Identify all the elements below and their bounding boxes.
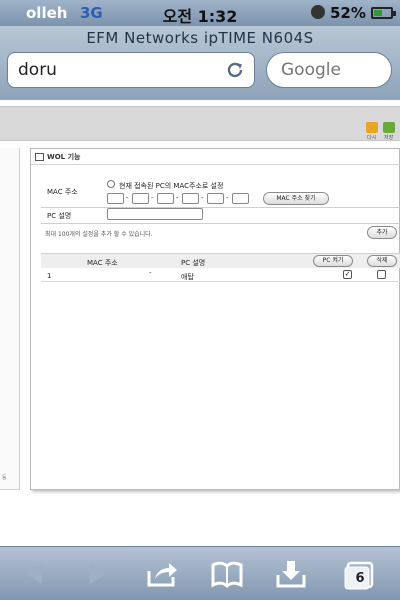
status-bar: olleh 3G 오전 1:32 52% [0,0,400,31]
back-icon[interactable] [18,557,52,591]
left-panel-fragment: 등 [2,475,7,481]
save-label: 저장 [384,135,394,141]
delete-button[interactable]: 삭제 [367,255,397,267]
refresh-icon[interactable] [366,122,378,133]
reload-icon[interactable] [224,59,246,81]
url-field[interactable]: doru [7,52,255,88]
mac-separator: - [201,194,204,202]
wol-title: WOL 기능 [47,153,81,161]
tab-count: 6 [355,571,365,586]
search-field[interactable] [266,52,392,88]
wake-pc-button[interactable]: PC 켜기 [313,255,353,267]
mac-octet-3-input[interactable] [157,193,174,204]
download-icon[interactable] [274,557,308,591]
browser-toolbar: 6 [0,546,400,600]
mac-octet-6-input[interactable] [232,193,249,204]
pc-name-input[interactable] [107,208,203,220]
refresh-label: 다시 [367,135,377,141]
divider [41,223,400,224]
tabs-icon[interactable]: 6 [342,557,376,591]
column-mac-address: MAC 주소 [87,259,118,267]
battery-level [374,10,383,16]
add-button[interactable]: 추가 [367,226,397,239]
mac-separator: - [226,194,229,202]
mac-octet-2-input[interactable] [132,193,149,204]
alarm-clock-icon [311,5,325,19]
left-menu-panel: 등 [0,148,20,490]
use-current-pc-radio[interactable] [107,180,115,188]
max-entries-hint: 최대 100개의 설정을 추가 할 수 있습니다. [45,231,153,238]
divider [41,207,400,208]
find-mac-button[interactable]: MAC 주소 찾기 [263,192,329,205]
pc-name-label: PC 설명 [47,212,72,220]
browser-address-bar: EFM Networks ipTIME N604S doru [0,26,400,100]
table-row: 1 - 애탑 ✓ [41,268,400,282]
window-icon [35,153,44,161]
mac-octet-4-input[interactable] [182,193,199,204]
page-title: EFM Networks ipTIME N604S [86,29,314,47]
delete-checkbox[interactable] [377,270,386,279]
mac-separator: - [151,194,154,202]
router-header-band [0,106,400,141]
bookmarks-icon[interactable] [210,557,244,591]
wol-table-header: MAC 주소 PC 설명 PC 켜기 삭제 [41,253,400,268]
mac-address-label: MAC 주소 [47,188,78,196]
url-text: doru [18,60,57,80]
save-icon[interactable] [383,122,395,133]
row-index: 1 [47,272,52,280]
battery-icon [371,7,396,19]
mac-separator: - [176,194,179,202]
mac-separator: - [126,194,129,202]
row-mac-address: - [149,269,152,277]
row-pc-name: 애탑 [181,273,194,281]
wol-panel-header: WOL 기능 [31,149,400,165]
forward-icon[interactable] [80,557,114,591]
column-pc-name: PC 설명 [181,259,206,267]
search-input[interactable] [281,60,381,80]
web-content: 다시 저장 등 WOL 기능 MAC 주소 현재 접속된 PC의 MAC주소로 … [0,100,400,546]
battery-percent: 52% [330,4,366,22]
wol-panel: WOL 기능 MAC 주소 현재 접속된 PC의 MAC주소로 설정 - - -… [30,148,400,490]
mac-octet-1-input[interactable] [107,193,124,204]
share-icon[interactable] [145,557,179,591]
mac-octet-5-input[interactable] [207,193,224,204]
use-current-pc-label: 현재 접속된 PC의 MAC주소로 설정 [119,182,224,190]
wake-pc-checkbox[interactable]: ✓ [343,270,352,279]
